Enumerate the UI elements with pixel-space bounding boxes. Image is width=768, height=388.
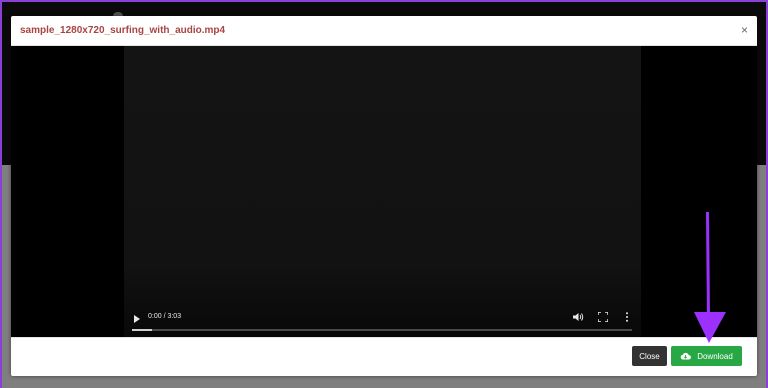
modal-body: 0:00 / 3:03 xyxy=(11,46,757,337)
modal-close-icon[interactable]: × xyxy=(741,23,748,37)
download-button[interactable]: Download xyxy=(671,346,742,366)
close-button-label: Close xyxy=(639,351,660,361)
frame-border xyxy=(0,0,2,388)
more-vert-icon[interactable] xyxy=(624,312,630,322)
modal-title: sample_1280x720_surfing_with_audio.mp4 xyxy=(20,25,226,36)
time-display: 0:00 / 3:03 xyxy=(148,313,182,320)
fullscreen-icon[interactable] xyxy=(598,312,608,322)
play-icon[interactable] xyxy=(134,315,140,323)
video-preview-modal: sample_1280x720_surfing_with_audio.mp4 ×… xyxy=(11,16,757,376)
annotation-arrow xyxy=(694,212,726,343)
video-player[interactable]: 0:00 / 3:03 xyxy=(124,46,641,337)
video-controls: 0:00 / 3:03 xyxy=(124,301,641,337)
volume-icon[interactable] xyxy=(573,312,585,322)
modal-header: sample_1280x720_surfing_with_audio.mp4 × xyxy=(11,16,757,46)
progress-bar[interactable] xyxy=(132,329,632,331)
download-button-label: Download xyxy=(697,351,733,361)
cloud-download-icon xyxy=(680,352,692,360)
modal-footer: Close Download xyxy=(11,337,757,376)
progress-fill xyxy=(132,329,152,331)
close-button[interactable]: Close xyxy=(632,346,667,366)
